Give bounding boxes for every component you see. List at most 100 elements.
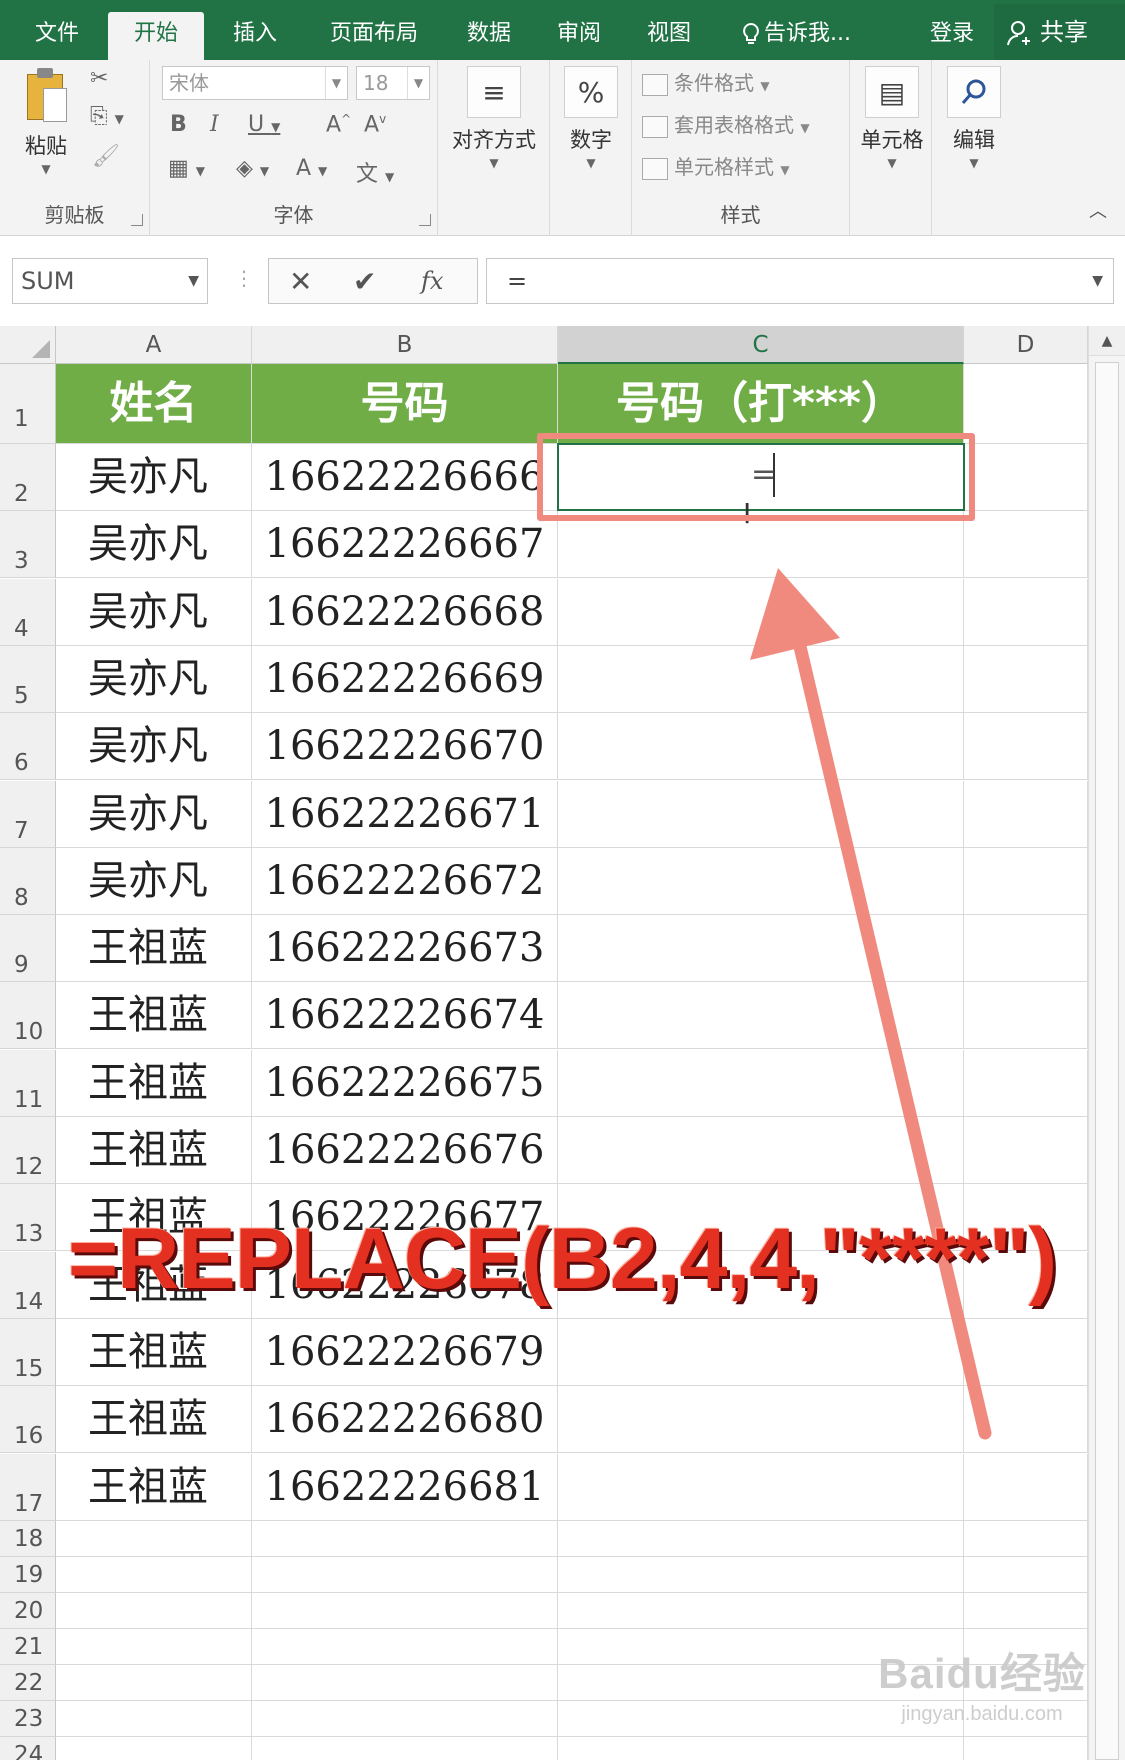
row-header[interactable]: 8: [0, 848, 56, 915]
name-cell[interactable]: 吴亦凡: [56, 444, 252, 511]
empty-cell[interactable]: [56, 1557, 252, 1593]
row-header[interactable]: 7: [0, 781, 56, 848]
empty-cell[interactable]: [252, 1521, 558, 1557]
phone-cell[interactable]: 16622226679: [252, 1319, 558, 1386]
row-header[interactable]: 4: [0, 579, 56, 646]
phone-cell[interactable]: 16622226673: [252, 915, 558, 982]
empty-cell[interactable]: [558, 1737, 964, 1760]
row-header[interactable]: 21: [0, 1629, 56, 1665]
tab-review[interactable]: 审阅: [542, 12, 616, 60]
name-cell[interactable]: 王祖蓝: [56, 915, 252, 982]
empty-cell[interactable]: [56, 1665, 252, 1701]
border-icon[interactable]: ▦ ▼: [168, 156, 205, 181]
row-header[interactable]: 11: [0, 1050, 56, 1117]
row-header[interactable]: 1: [0, 364, 56, 444]
name-cell[interactable]: 王祖蓝: [56, 1454, 252, 1521]
row-header[interactable]: 13: [0, 1184, 56, 1251]
empty-cell[interactable]: [964, 1454, 1088, 1521]
editing-button[interactable]: 编辑 ▼: [938, 66, 1010, 170]
font-name-box[interactable]: 宋体 ▼: [162, 66, 348, 100]
dialog-launcher-icon[interactable]: [131, 214, 143, 226]
tab-insert[interactable]: 插入: [218, 12, 292, 60]
phone-cell[interactable]: 16622226668: [252, 579, 558, 646]
phone-cell[interactable]: 16622226667: [252, 511, 558, 578]
empty-cell[interactable]: [252, 1593, 558, 1629]
column-header-a[interactable]: A: [56, 326, 252, 364]
empty-cell[interactable]: [56, 1593, 252, 1629]
phone-cell[interactable]: 16622226680: [252, 1386, 558, 1453]
row-header[interactable]: 5: [0, 646, 56, 713]
formula-input[interactable]: = ▼: [486, 258, 1114, 304]
decrease-font-icon[interactable]: Av: [364, 112, 386, 137]
name-cell[interactable]: 王祖蓝: [56, 1386, 252, 1453]
row-header[interactable]: 18: [0, 1521, 56, 1557]
name-cell[interactable]: 王祖蓝: [56, 1117, 252, 1184]
column-header-c[interactable]: C: [558, 326, 964, 364]
format-painter-icon[interactable]: 🖌: [92, 144, 120, 169]
conditional-format-button[interactable]: 条件格式 ▼: [642, 68, 770, 98]
row-header[interactable]: 17: [0, 1454, 56, 1521]
paste-button[interactable]: 粘贴 ▼: [14, 68, 78, 176]
empty-cell[interactable]: [56, 1737, 252, 1760]
increase-font-icon[interactable]: A^: [326, 112, 351, 137]
select-all-corner[interactable]: [0, 326, 56, 364]
phonetic-icon[interactable]: 文 ▼: [356, 156, 394, 188]
name-cell[interactable]: 吴亦凡: [56, 781, 252, 848]
scroll-up-icon[interactable]: ▲: [1089, 326, 1125, 356]
row-header[interactable]: 12: [0, 1117, 56, 1184]
scroll-thumb[interactable]: [1095, 362, 1119, 1760]
row-header[interactable]: 19: [0, 1557, 56, 1593]
name-cell[interactable]: 王祖蓝: [56, 1050, 252, 1117]
phone-cell[interactable]: 16622226672: [252, 848, 558, 915]
empty-cell[interactable]: [964, 1737, 1088, 1760]
tab-file[interactable]: 文件: [20, 12, 94, 60]
row-header[interactable]: 20: [0, 1593, 56, 1629]
empty-cell[interactable]: [558, 1521, 964, 1557]
name-cell[interactable]: 吴亦凡: [56, 511, 252, 578]
empty-cell[interactable]: [558, 1593, 964, 1629]
share-button[interactable]: 共享: [994, 4, 1125, 60]
bold-icon[interactable]: B: [170, 112, 187, 137]
copy-icon[interactable]: ⎘ ▼: [90, 104, 124, 129]
empty-cell[interactable]: [252, 1665, 558, 1701]
column-header-d[interactable]: D: [964, 326, 1088, 364]
cell-styles-button[interactable]: 单元格样式 ▼: [642, 152, 790, 182]
empty-cell[interactable]: [964, 444, 1088, 511]
name-box[interactable]: SUM ▼: [12, 258, 208, 304]
empty-cell[interactable]: [56, 1521, 252, 1557]
confirm-icon[interactable]: ✔: [353, 265, 376, 298]
empty-cell[interactable]: [252, 1629, 558, 1665]
row-header[interactable]: 2: [0, 444, 56, 511]
phone-cell[interactable]: 16622226676: [252, 1117, 558, 1184]
tab-page-layout[interactable]: 页面布局: [310, 12, 438, 60]
font-color-icon[interactable]: A ▼: [296, 156, 327, 181]
masked-phone-cell[interactable]: [558, 1454, 964, 1521]
italic-icon[interactable]: I: [210, 112, 219, 137]
phone-cell[interactable]: 16622226681: [252, 1454, 558, 1521]
empty-cell[interactable]: [558, 1557, 964, 1593]
format-as-table-button[interactable]: 套用表格格式 ▼: [642, 110, 810, 140]
phone-cell[interactable]: 16622226670: [252, 713, 558, 780]
row-header[interactable]: 24: [0, 1737, 56, 1760]
cancel-icon[interactable]: ✕: [289, 265, 312, 298]
row-header[interactable]: 22: [0, 1665, 56, 1701]
login-link[interactable]: 登录: [930, 12, 974, 56]
empty-cell[interactable]: [964, 1593, 1088, 1629]
name-cell[interactable]: 王祖蓝: [56, 1319, 252, 1386]
name-cell[interactable]: 吴亦凡: [56, 646, 252, 713]
row-header[interactable]: 23: [0, 1701, 56, 1737]
collapse-ribbon-icon[interactable]: ︿: [1089, 197, 1107, 223]
row-header[interactable]: 9: [0, 915, 56, 982]
font-size-box[interactable]: 18 ▼: [356, 66, 430, 100]
phone-cell[interactable]: 16622226675: [252, 1050, 558, 1117]
fill-color-icon[interactable]: ◈ ▼: [236, 156, 269, 181]
name-cell[interactable]: 王祖蓝: [56, 982, 252, 1049]
empty-cell[interactable]: [56, 1629, 252, 1665]
column-header-b[interactable]: B: [252, 326, 558, 364]
name-cell[interactable]: 吴亦凡: [56, 848, 252, 915]
row-header[interactable]: 3: [0, 511, 56, 578]
empty-cell[interactable]: [56, 1701, 252, 1737]
cells-button[interactable]: ▤ 单元格 ▼: [856, 66, 928, 170]
insert-function-icon[interactable]: fx: [421, 267, 443, 295]
row-header[interactable]: 6: [0, 713, 56, 780]
